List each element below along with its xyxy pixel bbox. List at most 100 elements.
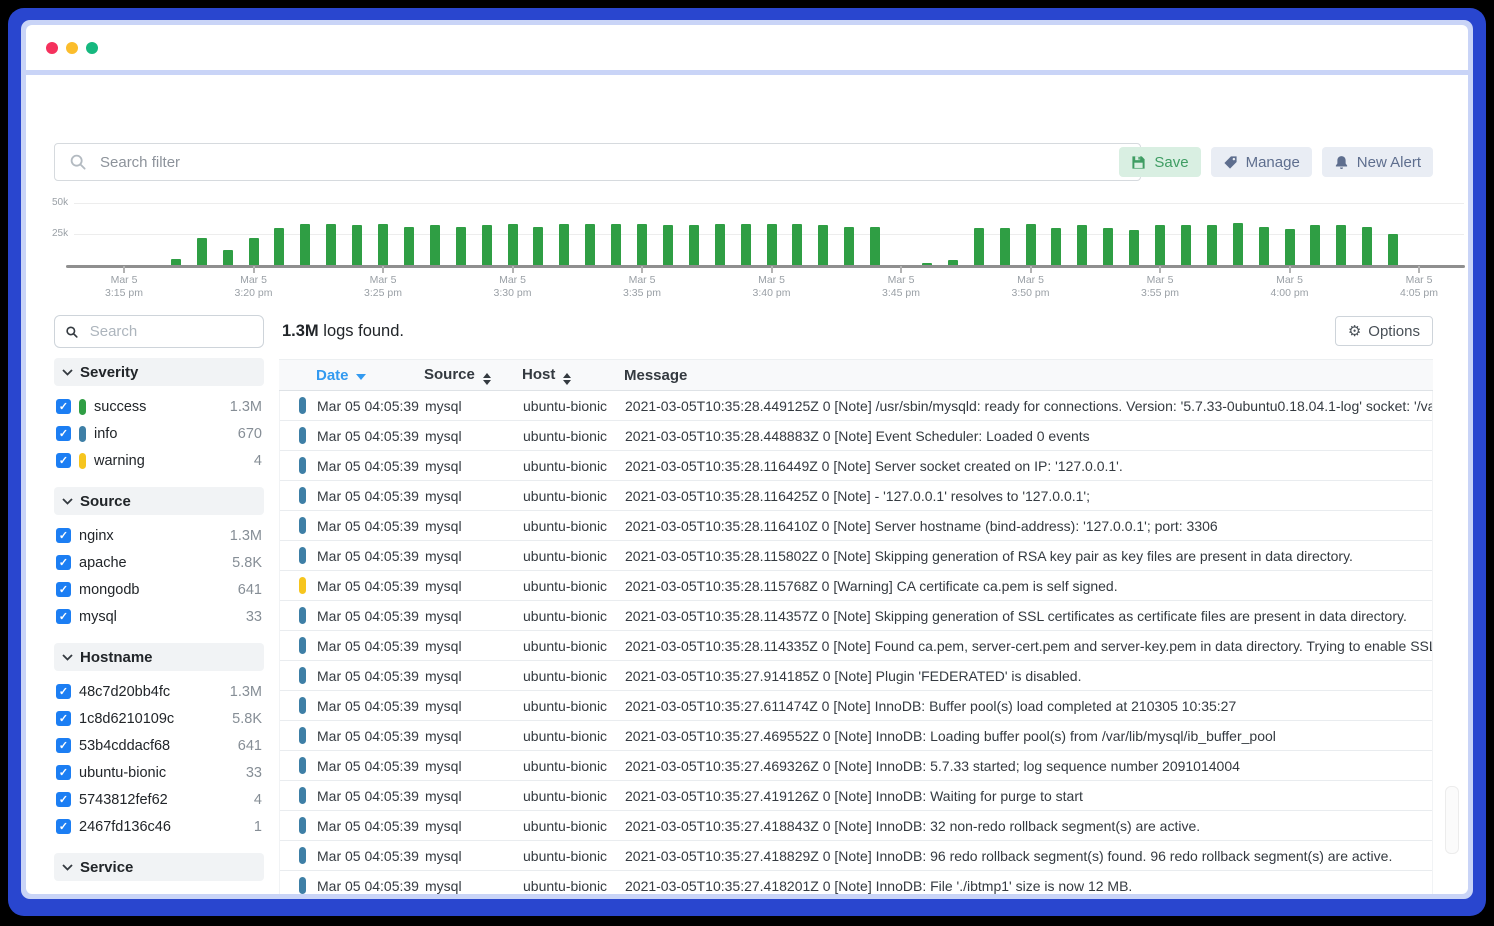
sidebar-search-box[interactable] [54,315,264,348]
histogram-bar[interactable] [249,238,259,265]
filter-section-header-severity[interactable]: Severity [54,358,264,386]
histogram-bar[interactable] [818,225,828,265]
log-row[interactable]: Mar 05 04:05:39mysqlubuntu-bionic2021-03… [280,871,1432,894]
histogram-bar[interactable] [456,227,466,265]
histogram-bar[interactable] [974,228,984,265]
histogram-bar[interactable] [1285,229,1295,265]
log-row[interactable]: Mar 05 04:05:39mysqlubuntu-bionic2021-03… [280,421,1432,451]
checkbox-checked[interactable]: ✓ [56,426,71,441]
histogram-bar[interactable] [1026,224,1036,265]
histogram-bar[interactable] [1388,234,1398,265]
log-row[interactable]: Mar 05 04:05:39mysqlubuntu-bionic2021-03… [280,451,1432,481]
log-row[interactable]: Mar 05 04:05:39mysqlubuntu-bionic2021-03… [280,661,1432,691]
histogram-bar[interactable] [715,224,725,265]
log-row[interactable]: Mar 05 04:05:39mysqlubuntu-bionic2021-03… [280,571,1432,601]
histogram-bar[interactable] [1000,228,1010,265]
log-row[interactable]: Mar 05 04:05:39mysqlubuntu-bionic2021-03… [280,391,1432,421]
sidebar-search-input[interactable] [88,322,253,341]
histogram-bar[interactable] [637,224,647,265]
histogram-bar[interactable] [1155,225,1165,265]
histogram-bar[interactable] [559,224,569,265]
log-row[interactable]: Mar 05 04:05:39mysqlubuntu-bionic2021-03… [280,841,1432,871]
checkbox-checked[interactable]: ✓ [56,738,71,753]
histogram-bar[interactable] [508,224,518,265]
column-header-host[interactable]: Host [522,366,624,385]
histogram-bar[interactable] [378,224,388,265]
new-alert-button[interactable]: New Alert [1322,147,1433,177]
histogram-bar[interactable] [792,224,802,265]
checkbox-checked[interactable]: ✓ [56,765,71,780]
histogram-bar[interactable] [1181,225,1191,265]
checkbox-checked[interactable]: ✓ [56,399,71,414]
checkbox-checked[interactable]: ✓ [56,528,71,543]
histogram-bar[interactable] [948,260,958,265]
checkbox-checked[interactable]: ✓ [56,453,71,468]
checkbox-checked[interactable]: ✓ [56,555,71,570]
log-row[interactable]: Mar 05 04:05:39mysqlubuntu-bionic2021-03… [280,511,1432,541]
log-row[interactable]: Mar 05 04:05:39mysqlubuntu-bionic2021-03… [280,721,1432,751]
filter-section-header-service[interactable]: Service [54,853,264,881]
checkbox-checked[interactable]: ✓ [56,684,71,699]
column-header-date[interactable]: Date [316,367,424,384]
histogram-bar[interactable] [1310,225,1320,265]
search-filter-box[interactable] [54,143,1141,181]
histogram-bar[interactable] [171,259,181,265]
filter-item: ✓info670 [56,420,262,447]
histogram-bar[interactable] [482,225,492,265]
histogram-bar[interactable] [1077,225,1087,265]
histogram-bar[interactable] [585,224,595,265]
histogram-bar[interactable] [533,227,543,265]
histogram-bar[interactable] [1129,230,1139,265]
histogram-bar[interactable] [611,224,621,265]
log-row[interactable]: Mar 05 04:05:39mysqlubuntu-bionic2021-03… [280,601,1432,631]
minimize-button[interactable] [66,42,78,54]
histogram-bar[interactable] [1233,223,1243,265]
checkbox-checked[interactable]: ✓ [56,711,71,726]
histogram-bar[interactable] [326,224,336,265]
close-button[interactable] [46,42,58,54]
checkbox-checked[interactable]: ✓ [56,609,71,624]
checkbox-checked[interactable]: ✓ [56,582,71,597]
histogram-bar[interactable] [352,225,362,265]
filter-count: 5.8K [232,555,262,571]
histogram-bar[interactable] [1103,228,1113,265]
vertical-scrollbar[interactable] [1445,786,1459,854]
histogram-bar[interactable] [430,225,440,265]
histogram-bar[interactable] [689,225,699,265]
save-button[interactable]: Save [1119,147,1200,177]
histogram-bar[interactable] [223,250,233,265]
histogram-bar[interactable] [1362,227,1372,265]
filter-item: ✓apache5.8K [56,549,262,576]
log-row[interactable]: Mar 05 04:05:39mysqlubuntu-bionic2021-03… [280,631,1432,661]
histogram-bar[interactable] [844,227,854,265]
histogram-bar[interactable] [922,263,932,265]
histogram-bar[interactable] [767,224,777,265]
log-row[interactable]: Mar 05 04:05:39mysqlubuntu-bionic2021-03… [280,751,1432,781]
histogram-bar[interactable] [1259,227,1269,265]
histogram-bar[interactable] [300,224,310,265]
checkbox-checked[interactable]: ✓ [56,819,71,834]
options-button[interactable]: ⚙ Options [1335,316,1433,346]
manage-button[interactable]: Manage [1211,147,1312,177]
log-row[interactable]: Mar 05 04:05:39mysqlubuntu-bionic2021-03… [280,781,1432,811]
filter-section-header-source[interactable]: Source [54,487,264,515]
log-row[interactable]: Mar 05 04:05:39mysqlubuntu-bionic2021-03… [280,481,1432,511]
filter-section-header-hostname[interactable]: Hostname [54,643,264,671]
histogram-bar[interactable] [1336,225,1346,265]
histogram-bar[interactable] [404,227,414,265]
log-row[interactable]: Mar 05 04:05:39mysqlubuntu-bionic2021-03… [280,811,1432,841]
histogram-bar[interactable] [1207,225,1217,265]
histogram-bar[interactable] [1051,228,1061,265]
histogram-bar[interactable] [741,224,751,265]
column-header-source[interactable]: Source [424,366,522,385]
histogram-bar[interactable] [870,227,880,265]
search-filter-input[interactable] [98,153,1126,172]
histogram-bar[interactable] [197,238,207,265]
log-row[interactable]: Mar 05 04:05:39mysqlubuntu-bionic2021-03… [280,541,1432,571]
histogram-bar[interactable] [274,228,284,265]
histogram-bar[interactable] [663,225,673,265]
log-row[interactable]: Mar 05 04:05:39mysqlubuntu-bionic2021-03… [280,691,1432,721]
log-date: Mar 05 04:05:39 [317,488,425,504]
zoom-button[interactable] [86,42,98,54]
checkbox-checked[interactable]: ✓ [56,792,71,807]
